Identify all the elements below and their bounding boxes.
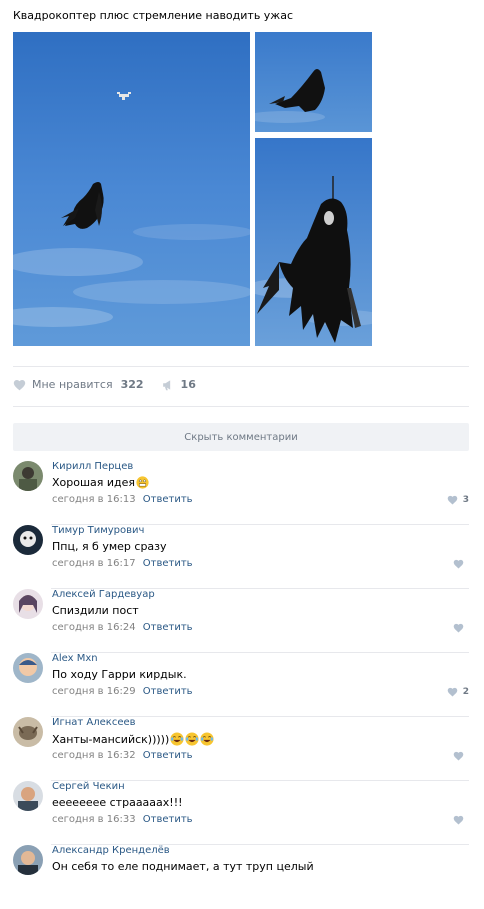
dementor-drone-photo (13, 32, 250, 346)
comment-like-button[interactable]: 2 (447, 687, 469, 697)
heart-icon (447, 495, 458, 505)
heart-icon (453, 623, 464, 633)
comment-like-button[interactable] (453, 623, 469, 633)
post-photo-1[interactable] (13, 32, 250, 346)
comment-author[interactable]: Тимур Тимурович (52, 525, 144, 536)
tears-of-joy-emoji (170, 732, 184, 746)
post-photo-2[interactable] (255, 32, 372, 132)
comment-text: Хорошая идея (52, 476, 149, 489)
comment-time: сегодня в 16:17 (52, 558, 136, 569)
avatar[interactable] (13, 717, 43, 747)
comment-text: Ппц, я б умер сразу (52, 540, 167, 553)
comment-text: Он себя то еле поднимает, а тут труп цел… (52, 860, 314, 873)
grimace-emoji (136, 476, 149, 489)
comment-text: По ходу Гарри кирдык. (52, 668, 187, 681)
comment-like-button[interactable] (453, 815, 469, 825)
post-actions: Мне нравится 322 16 (13, 378, 196, 391)
avatar[interactable] (13, 589, 43, 619)
divider (13, 366, 469, 367)
tears-of-joy-emoji (185, 732, 199, 746)
comment-time: сегодня в 16:24 (52, 622, 136, 633)
comment-like-button[interactable] (453, 559, 469, 569)
heart-icon (447, 687, 458, 697)
comment-text: ееееееее страааааx!!! (52, 796, 183, 809)
comment-like-button[interactable]: 3 (447, 495, 469, 505)
comment-meta: сегодня в 16:17 Ответить (52, 558, 193, 569)
comment-time: сегодня в 16:13 (52, 494, 136, 505)
post-text: Квадрокоптер плюс стремление наводить уж… (13, 9, 294, 22)
avatar[interactable] (13, 525, 43, 555)
comment-time: сегодня в 16:33 (52, 814, 136, 825)
comment-item: Александр Кренделёв Он себя то еле подни… (13, 845, 469, 909)
comment-time: сегодня в 16:29 (52, 686, 136, 697)
comment-item: Игнат Алексеев Ханты-мансийск))))) сегод… (13, 717, 469, 781)
comment-like-count: 2 (462, 687, 469, 697)
comment-like-button[interactable] (453, 751, 469, 761)
like-button[interactable]: Мне нравится 322 (13, 378, 144, 391)
avatar[interactable] (13, 653, 43, 683)
divider (13, 406, 469, 407)
megaphone-icon (162, 379, 170, 390)
like-count: 322 (120, 378, 144, 391)
comment-item: Тимур Тимурович Ппц, я б умер сразу сего… (13, 525, 469, 589)
reply-link[interactable]: Ответить (143, 686, 193, 697)
tears-of-joy-emoji (200, 732, 214, 746)
avatar[interactable] (13, 461, 43, 491)
reply-link[interactable]: Ответить (143, 494, 193, 505)
comment-item: Алексей Гардевуар Спиздили пост сегодня … (13, 589, 469, 653)
comment-item: Кирилл Перцев Хорошая идея сегодня в 16:… (13, 461, 469, 525)
avatar[interactable] (13, 781, 43, 811)
reply-link[interactable]: Ответить (143, 622, 193, 633)
avatar[interactable] (13, 845, 43, 875)
comment-text: Ханты-мансийск))))) (52, 732, 214, 746)
comment-text-content: Хорошая идея (52, 476, 136, 489)
comment-author[interactable]: Александр Кренделёв (52, 845, 170, 856)
reply-link[interactable]: Ответить (143, 750, 193, 761)
heart-icon (453, 559, 464, 569)
comment-meta: сегодня в 16:32 Ответить (52, 750, 193, 761)
comment-author[interactable]: Алексей Гардевуар (52, 589, 155, 600)
heart-icon (453, 815, 464, 825)
comment-author[interactable]: Сергей Чекин (52, 781, 125, 792)
comment-meta: сегодня в 16:33 Ответить (52, 814, 193, 825)
comment-item: Alex Mxn По ходу Гарри кирдык. сегодня в… (13, 653, 469, 717)
heart-icon (453, 751, 464, 761)
comment-author[interactable]: Alex Mxn (52, 653, 98, 664)
comment-meta: сегодня в 16:29 Ответить (52, 686, 193, 697)
share-button[interactable]: 16 (162, 378, 196, 391)
comment-author[interactable]: Кирилл Перцев (52, 461, 133, 472)
comment-text: Спиздили пост (52, 604, 139, 617)
comment-item: Сергей Чекин ееееееее страааааx!!! сегод… (13, 781, 469, 845)
comment-like-count: 3 (462, 495, 469, 505)
comment-author[interactable]: Игнат Алексеев (52, 717, 136, 728)
hide-comments-button[interactable]: Скрыть комментарии (13, 423, 469, 451)
comment-time: сегодня в 16:32 (52, 750, 136, 761)
comment-text-content: Ханты-мансийск))))) (52, 732, 170, 746)
share-count: 16 (180, 378, 196, 391)
dementor-closeup-photo (255, 138, 372, 346)
heart-icon (13, 379, 26, 390)
reply-link[interactable]: Ответить (143, 558, 193, 569)
post-photo-3[interactable] (255, 138, 372, 346)
comment-meta: сегодня в 16:24 Ответить (52, 622, 193, 633)
comment-meta: сегодня в 16:13 Ответить (52, 494, 193, 505)
like-label: Мне нравится (32, 378, 113, 391)
dementor-flying-photo (255, 32, 372, 132)
reply-link[interactable]: Ответить (143, 814, 193, 825)
